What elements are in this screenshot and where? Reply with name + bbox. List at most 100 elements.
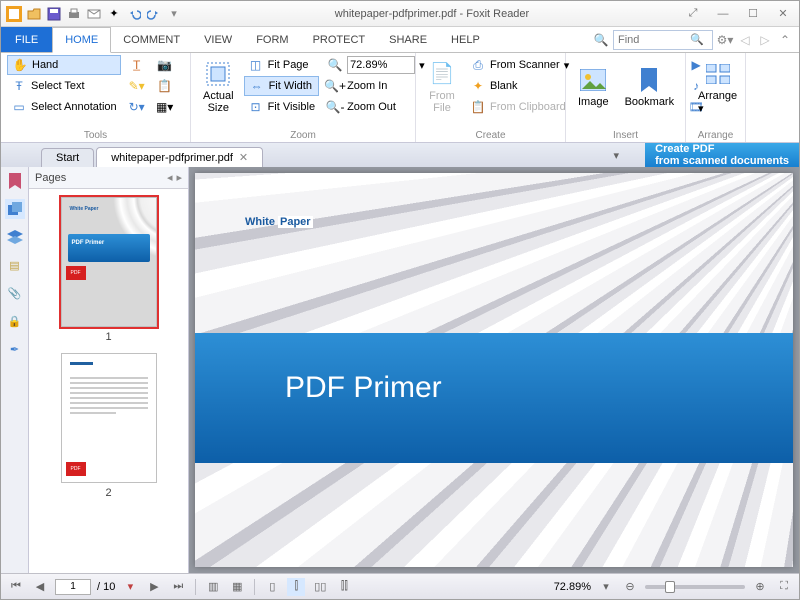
promo-banner[interactable]: Create PDF from scanned documents bbox=[645, 143, 799, 167]
tab-document[interactable]: whitepaper-pdfprimer.pdf ✕ bbox=[96, 147, 263, 167]
first-page-icon[interactable]: ⏮ bbox=[7, 578, 25, 596]
search-folder-icon[interactable]: 🔍 bbox=[593, 32, 609, 48]
clipboard-icon: 📋 bbox=[157, 78, 173, 94]
pages-panel-prev-icon[interactable]: ◂ bbox=[167, 171, 173, 184]
continuous-icon[interactable]: ⫿ bbox=[287, 578, 305, 596]
zoom-out-button[interactable]: 🔍-Zoom Out bbox=[323, 97, 429, 117]
from-scanner-label: From Scanner bbox=[490, 59, 560, 71]
rail-signatures-icon[interactable]: ✒ bbox=[5, 339, 25, 359]
rail-pages-icon[interactable] bbox=[5, 199, 25, 219]
from-scanner-button[interactable]: ⎙From Scanner ▾ bbox=[466, 55, 573, 75]
insert-tool[interactable]: ▦▾ bbox=[153, 97, 177, 117]
tab-list-dropdown-icon[interactable]: ▾ bbox=[613, 149, 619, 162]
tab-comment[interactable]: COMMENT bbox=[111, 27, 192, 52]
rail-bookmarks-icon[interactable] bbox=[5, 171, 25, 191]
page-number-input[interactable] bbox=[55, 579, 91, 595]
page-subtitle-text: PDF Primer bbox=[285, 371, 442, 405]
continuous-facing-icon[interactable]: ⫿⫿ bbox=[335, 578, 353, 596]
typewriter-tool[interactable]: T̲ bbox=[125, 55, 149, 75]
undo-icon[interactable] bbox=[125, 5, 143, 23]
select-text-tool[interactable]: ŦSelect Text bbox=[7, 76, 121, 96]
fit-visible-icon: ⊡ bbox=[248, 99, 264, 115]
nav-prev-icon[interactable]: ◁ bbox=[737, 32, 753, 48]
fit-width-button[interactable]: ⇔Fit Width bbox=[244, 76, 319, 96]
bookmark-button[interactable]: Bookmark bbox=[619, 55, 681, 119]
thumb1-wp: White Paper bbox=[70, 206, 99, 212]
snapshot-tool[interactable]: 📷 bbox=[153, 55, 177, 75]
select-annotation-tool[interactable]: ▭Select Annotation bbox=[7, 97, 121, 117]
select-text-label: Select Text bbox=[31, 80, 85, 92]
find-box[interactable]: 🔍 bbox=[613, 30, 713, 50]
fit-visible-button[interactable]: ⊡Fit Visible bbox=[244, 97, 319, 117]
single-page-icon[interactable]: ▯ bbox=[263, 578, 281, 596]
insert-icon: ▦▾ bbox=[157, 99, 173, 115]
fit-width-label: Fit Width bbox=[269, 80, 312, 92]
maximize-icon[interactable]: ☐ bbox=[741, 5, 765, 23]
blank-button[interactable]: ✦Blank bbox=[466, 76, 573, 96]
zoom-slider-thumb[interactable] bbox=[665, 581, 675, 593]
arrange-group-label: Arrange bbox=[686, 130, 745, 141]
zoom-in-icon: 🔍+ bbox=[327, 78, 343, 94]
facing-icon[interactable]: ▯▯ bbox=[311, 578, 329, 596]
tab-help[interactable]: HELP bbox=[439, 27, 492, 52]
find-input[interactable] bbox=[618, 34, 690, 46]
app-icon bbox=[5, 5, 23, 23]
zoom-slider[interactable] bbox=[645, 585, 745, 589]
hand-tool[interactable]: ✋Hand bbox=[7, 55, 121, 75]
document-viewer[interactable]: White Paper PDF Primer bbox=[189, 167, 799, 573]
rail-security-icon[interactable]: 🔒 bbox=[5, 311, 25, 331]
thumbnail-1[interactable]: White Paper PDF Primer PDF bbox=[61, 197, 157, 327]
save-icon[interactable] bbox=[45, 5, 63, 23]
tab-close-icon[interactable]: ✕ bbox=[239, 151, 248, 164]
thumbnail-2-label: 2 bbox=[105, 487, 111, 499]
print-icon[interactable] bbox=[65, 5, 83, 23]
gear-icon[interactable]: ⚙▾ bbox=[717, 32, 733, 48]
clipboard-tool[interactable]: 📋 bbox=[153, 76, 177, 96]
tab-view[interactable]: VIEW bbox=[192, 27, 244, 52]
tab-form[interactable]: FORM bbox=[244, 27, 300, 52]
rail-layers-icon[interactable] bbox=[5, 227, 25, 247]
next-page-icon[interactable]: ▶ bbox=[145, 578, 163, 596]
redo-icon[interactable] bbox=[145, 5, 163, 23]
zoom-in-status-icon[interactable]: ⊕ bbox=[751, 578, 769, 596]
last-page-icon[interactable]: ⏭ bbox=[169, 578, 187, 596]
arrange-label: Arrange ▾ bbox=[698, 90, 737, 115]
close-icon[interactable]: ✕ bbox=[771, 5, 795, 23]
fit-page-button[interactable]: ◫Fit Page bbox=[244, 55, 319, 75]
thumbnail-2[interactable]: PDF bbox=[61, 353, 157, 483]
tab-start[interactable]: Start bbox=[41, 148, 94, 167]
magnifier-icon: 🔍 bbox=[327, 57, 343, 73]
tab-home[interactable]: HOME bbox=[52, 27, 111, 53]
rail-comments-icon[interactable]: ▤ bbox=[5, 255, 25, 275]
mail-icon[interactable] bbox=[85, 5, 103, 23]
zoom-dropdown-icon[interactable]: ▾ bbox=[597, 578, 615, 596]
ribbon-toggle-icon[interactable]: ⤢ bbox=[681, 5, 705, 23]
zoom-in-button[interactable]: 🔍+Zoom In bbox=[323, 76, 429, 96]
file-tab[interactable]: FILE bbox=[1, 27, 52, 52]
image-button[interactable]: Image bbox=[572, 55, 615, 119]
highlight-tool[interactable]: ✎▾ bbox=[125, 76, 149, 96]
pages-panel-next-icon[interactable]: ▸ bbox=[176, 171, 182, 184]
nav-next-icon[interactable]: ▷ bbox=[757, 32, 773, 48]
new-icon[interactable]: ✦ bbox=[105, 5, 123, 23]
tab-share[interactable]: SHARE bbox=[377, 27, 439, 52]
fullscreen-icon[interactable]: ⛶ bbox=[775, 578, 793, 596]
actual-size-button[interactable]: Actual Size bbox=[197, 55, 240, 119]
prev-page-icon[interactable]: ◀ bbox=[31, 578, 49, 596]
page-dropdown-icon[interactable]: ▾ bbox=[121, 578, 139, 596]
rotate-tool[interactable]: ↻▾ bbox=[125, 97, 149, 117]
view-mode-2-icon[interactable]: ▦ bbox=[228, 578, 246, 596]
find-search-icon[interactable]: 🔍 bbox=[690, 33, 704, 46]
tab-protect[interactable]: PROTECT bbox=[301, 27, 378, 52]
zoom-combo[interactable]: 🔍▾ bbox=[323, 55, 429, 75]
view-mode-1-icon[interactable]: ▥ bbox=[204, 578, 222, 596]
open-icon[interactable] bbox=[25, 5, 43, 23]
minimize-icon[interactable]: — bbox=[711, 5, 735, 23]
zoom-input[interactable] bbox=[347, 56, 415, 74]
qat-dropdown-icon[interactable]: ▾ bbox=[165, 5, 183, 23]
arrange-button[interactable]: Arrange ▾ bbox=[692, 55, 743, 119]
scanner-icon: ⎙ bbox=[470, 57, 486, 73]
zoom-out-status-icon[interactable]: ⊖ bbox=[621, 578, 639, 596]
rail-attachments-icon[interactable]: 📎 bbox=[5, 283, 25, 303]
collapse-ribbon-icon[interactable]: ⌃ bbox=[777, 32, 793, 48]
